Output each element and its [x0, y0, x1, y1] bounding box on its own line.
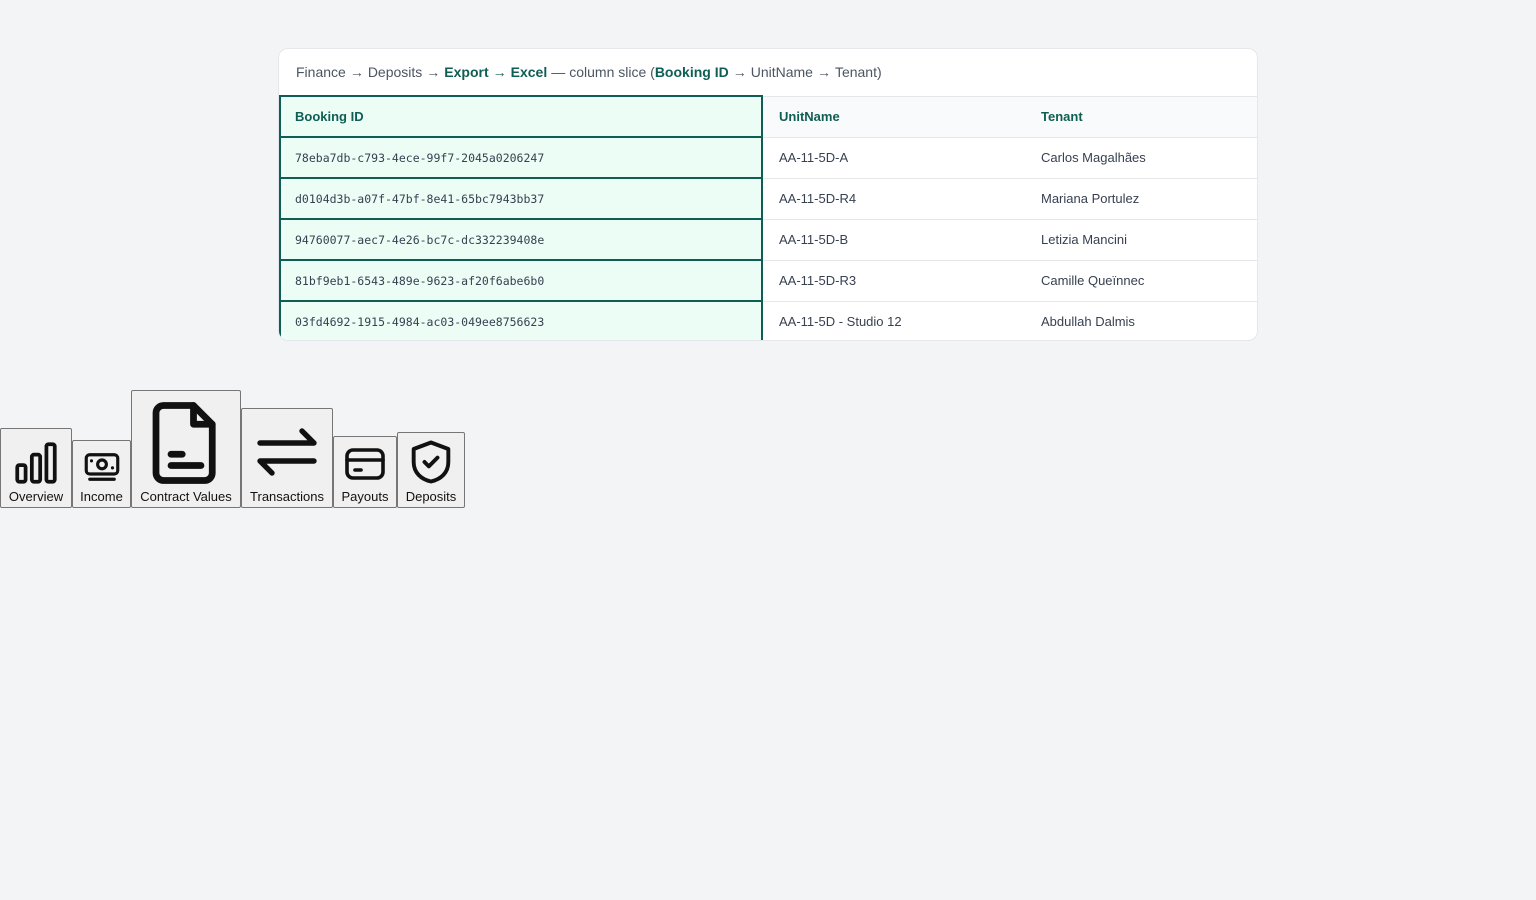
export-preview-card: Finance → Deposits → Export → Excel — co…	[278, 48, 1258, 341]
breadcrumb-export[interactable]: Export	[444, 64, 488, 80]
nav-tab-label: Contract Values	[140, 489, 232, 504]
money-icon	[84, 453, 119, 481]
cell-tenant[interactable]: Mariana Portulez	[1025, 177, 1257, 219]
cell-unitname[interactable]: AA-11-5D-R4	[762, 177, 1025, 219]
cell-booking-id[interactable]: d0104d3b-a07f-47bf-8e41-65bc7943bb37	[279, 177, 763, 220]
cell-unitname[interactable]: AA-11-5D-A	[762, 136, 1025, 178]
nav-tab-deposits[interactable]: Deposits	[397, 432, 465, 508]
bar-chart-icon	[15, 442, 57, 484]
shield-check-icon	[411, 440, 451, 484]
credit-card-icon	[345, 448, 385, 480]
breadcrumb-tenant: Tenant)	[834, 64, 882, 80]
table-row: 03fd4692-1915-4984-ac03-049ee8756623 AA-…	[279, 300, 1257, 340]
cell-unitname[interactable]: AA-11-5D - Studio 12	[762, 300, 1025, 340]
breadcrumb: Finance → Deposits → Export → Excel — co…	[279, 49, 1257, 95]
nav-tab-label: Transactions	[250, 489, 324, 504]
cell-booking-id[interactable]: 94760077-aec7-4e26-bc7c-dc332239408e	[279, 218, 763, 261]
breadcrumb-finance[interactable]: Finance	[296, 64, 346, 80]
table-row: 94760077-aec7-4e26-bc7c-dc332239408e AA-…	[279, 218, 1257, 261]
cell-tenant[interactable]: Carlos Magalhães	[1025, 136, 1257, 178]
table-row: d0104d3b-a07f-47bf-8e41-65bc7943bb37 AA-…	[279, 177, 1257, 220]
breadcrumb-separator: →	[426, 64, 441, 80]
cell-tenant[interactable]: Letizia Mancini	[1025, 218, 1257, 260]
column-header-tenant[interactable]: Tenant	[1025, 95, 1257, 137]
arrows-exchange-icon	[257, 428, 317, 476]
column-header-unitname[interactable]: UnitName	[762, 95, 1025, 137]
breadcrumb-separator: →	[816, 64, 831, 80]
nav-tab-label: Income	[80, 489, 123, 504]
breadcrumb-excel[interactable]: Excel	[511, 64, 548, 80]
cell-booking-id[interactable]: 78eba7db-c793-4ece-99f7-2045a0206247	[279, 136, 763, 179]
breadcrumb-separator: →	[349, 64, 364, 80]
breadcrumb-booking-id: Booking ID	[654, 64, 729, 80]
breadcrumb-separator: →	[492, 64, 507, 80]
nav-tab-contract-values[interactable]: Contract Values	[131, 390, 241, 508]
table-header-row: Booking ID UnitName Tenant	[279, 95, 1257, 138]
cell-booking-id[interactable]: 81bf9eb1-6543-489e-9623-af20f6abe6b0	[279, 259, 763, 302]
nav-tab-label: Payouts	[341, 489, 389, 504]
nav-tab-overview[interactable]: Overview	[0, 428, 72, 508]
table-row: 81bf9eb1-6543-489e-9623-af20f6abe6b0 AA-…	[279, 259, 1257, 302]
cell-tenant[interactable]: Camille Queïnnec	[1025, 259, 1257, 301]
breadcrumb-dash: —	[551, 64, 566, 80]
column-header-booking-id[interactable]: Booking ID	[279, 95, 763, 138]
nav-tab-transactions[interactable]: Transactions	[241, 408, 333, 508]
breadcrumb-deposits[interactable]: Deposits	[368, 64, 422, 80]
nav-tab-payouts[interactable]: Payouts	[333, 436, 397, 508]
nav-tab-label: Overview	[8, 489, 64, 504]
nav-tab-income[interactable]: Income	[72, 440, 131, 508]
nav-tab-label: Deposits	[405, 489, 457, 504]
breadcrumb-separator: →	[732, 64, 747, 80]
cell-unitname[interactable]: AA-11-5D-R3	[762, 259, 1025, 301]
breadcrumb-unitname: UnitName	[750, 64, 813, 80]
cell-tenant[interactable]: Abdullah Dalmis	[1025, 300, 1257, 340]
export-column-table: Booking ID UnitName Tenant 78eba7db-c793…	[279, 95, 1257, 340]
cell-unitname[interactable]: AA-11-5D-B	[762, 218, 1025, 260]
breadcrumb-slice-prefix: column slice (	[569, 64, 655, 80]
file-icon	[152, 402, 216, 484]
cell-booking-id[interactable]: 03fd4692-1915-4984-ac03-049ee8756623	[279, 300, 763, 340]
table-row: 78eba7db-c793-4ece-99f7-2045a0206247 AA-…	[279, 136, 1257, 179]
